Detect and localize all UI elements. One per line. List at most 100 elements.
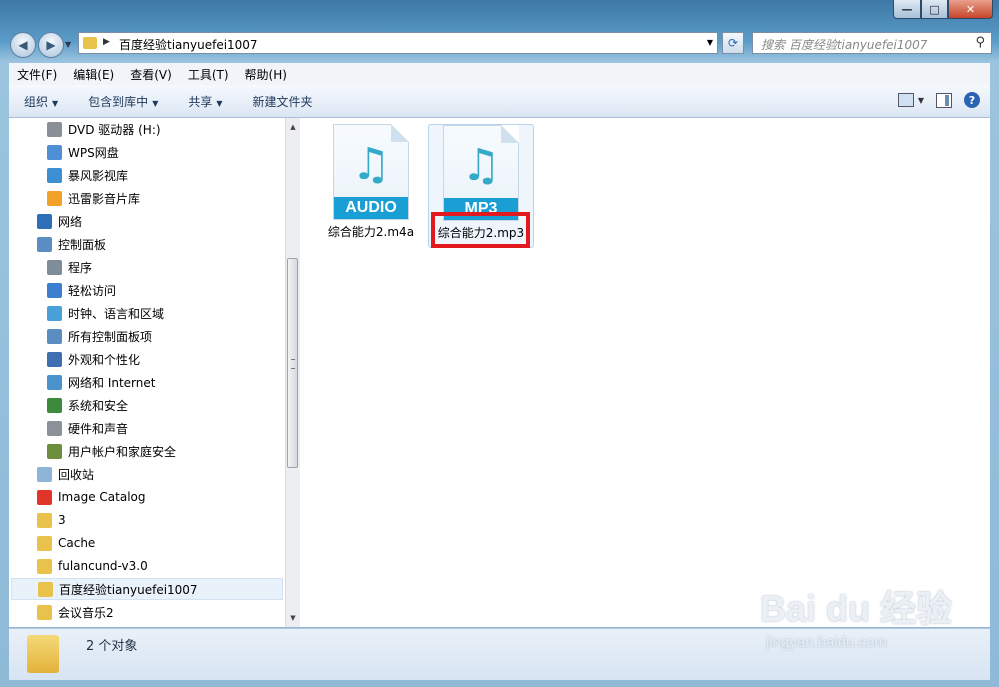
folder-icon	[83, 37, 97, 49]
organize-button[interactable]: 组织 ▼	[9, 93, 73, 110]
menu-edit[interactable]: 编辑(E)	[65, 66, 122, 83]
sidebar-item[interactable]: 轻松访问	[47, 279, 116, 301]
title-bar: — □ ✕	[0, 0, 999, 26]
menu-help[interactable]: 帮助(H)	[237, 66, 295, 83]
sidebar-item[interactable]: 时钟、语言和区域	[47, 302, 164, 324]
navigation-scrollbar[interactable]: ▲ ▼	[285, 118, 300, 627]
menu-bar: 文件(F) 编辑(E) 查看(V) 工具(T) 帮助(H)	[9, 63, 990, 85]
share-label: 共享	[188, 94, 213, 109]
preview-pane-icon[interactable]	[936, 92, 952, 108]
sidebar-item-label: 网络和 Internet	[68, 375, 156, 390]
sidebar-item-label: 轻松访问	[68, 283, 117, 298]
scroll-down-arrow-icon[interactable]: ▼	[286, 611, 300, 625]
organize-label: 组织	[24, 94, 49, 109]
sidebar-item-label: Image Catalog	[58, 490, 146, 504]
address-bar[interactable]: ▶ 百度经验tianyuefei1007 ▼	[78, 32, 718, 54]
folder-icon	[37, 558, 52, 574]
sidebar-item[interactable]: 控制面板	[37, 233, 106, 255]
include-in-library-label: 包含到库中	[88, 94, 149, 109]
back-button[interactable]: ◀	[10, 32, 36, 58]
sidebar-item[interactable]: 外观和个性化	[47, 348, 140, 370]
refresh-icon: ⟳	[727, 36, 739, 50]
folder-icon	[38, 581, 53, 597]
sidebar-item-label: Cache	[58, 536, 96, 550]
recent-pages-chevron-down-icon[interactable]: ▼	[65, 40, 71, 49]
appearance-icon	[47, 351, 62, 367]
sidebar-item[interactable]: 系统和安全	[47, 394, 128, 416]
highlight-annotation-box	[431, 212, 530, 248]
sidebar-item[interactable]: 百度经验tianyuefei1007	[11, 578, 283, 600]
sidebar-item[interactable]: 程序	[47, 256, 92, 278]
new-folder-button[interactable]: 新建文件夹	[238, 93, 328, 110]
sidebar-item[interactable]: WPS网盘	[47, 141, 119, 163]
sidebar-item-label: 暴风影视库	[68, 168, 129, 183]
breadcrumb-current[interactable]: 百度经验tianyuefei1007	[119, 36, 258, 53]
share-button[interactable]: 共享 ▼	[173, 93, 237, 110]
search-placeholder: 搜索 百度经验tianyuefei1007	[761, 38, 928, 52]
menu-tools[interactable]: 工具(T)	[180, 66, 237, 83]
grip-icon	[291, 359, 295, 369]
forward-button[interactable]: ▶	[38, 32, 64, 58]
sidebar-item[interactable]: fulancund-v3.0	[37, 555, 148, 577]
cloud-icon	[47, 144, 62, 160]
search-icon[interactable]: ⚲	[975, 35, 985, 50]
file-item-m4a[interactable]: ♫ AUDIO 综合能力2.m4a	[318, 124, 424, 240]
sidebar-item[interactable]: 用户帐户和家庭安全	[47, 440, 176, 462]
sidebar-item[interactable]: 暴风影视库	[47, 164, 128, 186]
address-dropdown-icon[interactable]: ▼	[707, 38, 713, 47]
sidebar-item[interactable]: 会议音乐2	[37, 601, 114, 623]
navigation-pane: DVD 驱动器 (H:) WPS网盘暴风影视库迅雷影音片库网络控制面板程序轻松访问…	[9, 118, 285, 627]
sidebar-item[interactable]: 所有控制面板项	[47, 325, 152, 347]
sidebar-item[interactable]: 网络和 Internet	[47, 371, 155, 393]
sidebar-item-label: 时钟、语言和区域	[68, 306, 165, 321]
sidebar-item-label: 回收站	[58, 467, 95, 482]
close-button[interactable]: ✕	[948, 0, 993, 19]
folder-icon	[37, 535, 52, 551]
chevron-down-icon: ▼	[152, 98, 159, 108]
breadcrumb-separator-icon[interactable]: ▶	[103, 37, 110, 47]
control-panel-items-icon	[47, 328, 62, 344]
music-note-icon: ♫	[461, 140, 501, 191]
network-internet-icon	[47, 374, 62, 390]
change-view-icon[interactable]	[897, 93, 914, 107]
sidebar-item-label: 控制面板	[58, 237, 107, 252]
sidebar-item[interactable]: Cache	[37, 532, 95, 554]
help-icon[interactable]: ?	[964, 92, 980, 108]
sidebar-item-label: 所有控制面板项	[68, 329, 153, 344]
sidebar-item-label: 硬件和声音	[68, 421, 129, 436]
sidebar-item[interactable]: 网络	[37, 210, 82, 232]
sidebar-item[interactable]: 硬件和声音	[47, 417, 128, 439]
scroll-thumb[interactable]	[287, 258, 298, 468]
menu-file[interactable]: 文件(F)	[9, 66, 65, 83]
maximize-button[interactable]: □	[921, 0, 948, 19]
system-security-icon	[47, 397, 62, 413]
caption-buttons: — □ ✕	[893, 0, 993, 19]
view-options-chevron-down-icon[interactable]: ▼	[918, 96, 924, 105]
refresh-button[interactable]: ⟳	[722, 32, 744, 54]
sidebar-item-label: 迅雷影音片库	[68, 191, 141, 206]
search-box[interactable]: 搜索 百度经验tianyuefei1007 ⚲	[752, 32, 992, 54]
control-panel-icon	[37, 236, 52, 252]
ease-of-access-icon	[47, 282, 62, 298]
sidebar-item-label: 3	[58, 513, 66, 527]
sidebar-item-label: 百度经验tianyuefei1007	[59, 582, 198, 597]
include-in-library-button[interactable]: 包含到库中 ▼	[73, 93, 173, 110]
sidebar-item-label: 程序	[68, 260, 93, 275]
recycle-bin-icon	[37, 466, 52, 482]
status-bar: 2 个对象	[9, 628, 990, 680]
sidebar-item-label: 网络	[58, 214, 83, 229]
sidebar-item[interactable]: 回收站	[37, 463, 94, 485]
sidebar-item[interactable]: Image Catalog	[37, 486, 145, 508]
folder-icon	[37, 604, 52, 620]
scroll-up-arrow-icon[interactable]: ▲	[286, 120, 300, 134]
sidebar-item-label: 会议音乐2	[58, 605, 114, 620]
folder-icon	[27, 635, 59, 673]
menu-view[interactable]: 查看(V)	[122, 66, 180, 83]
music-note-icon: ♫	[351, 139, 391, 190]
sidebar-item[interactable]: 迅雷影音片库	[47, 187, 140, 209]
sidebar-item[interactable]: DVD 驱动器 (H:)	[47, 118, 161, 140]
minimize-button[interactable]: —	[893, 0, 921, 19]
sidebar-item[interactable]: 3	[37, 509, 66, 531]
sidebar-item-label: 外观和个性化	[68, 352, 141, 367]
sidebar-item-label: fulancund-v3.0	[58, 559, 148, 573]
